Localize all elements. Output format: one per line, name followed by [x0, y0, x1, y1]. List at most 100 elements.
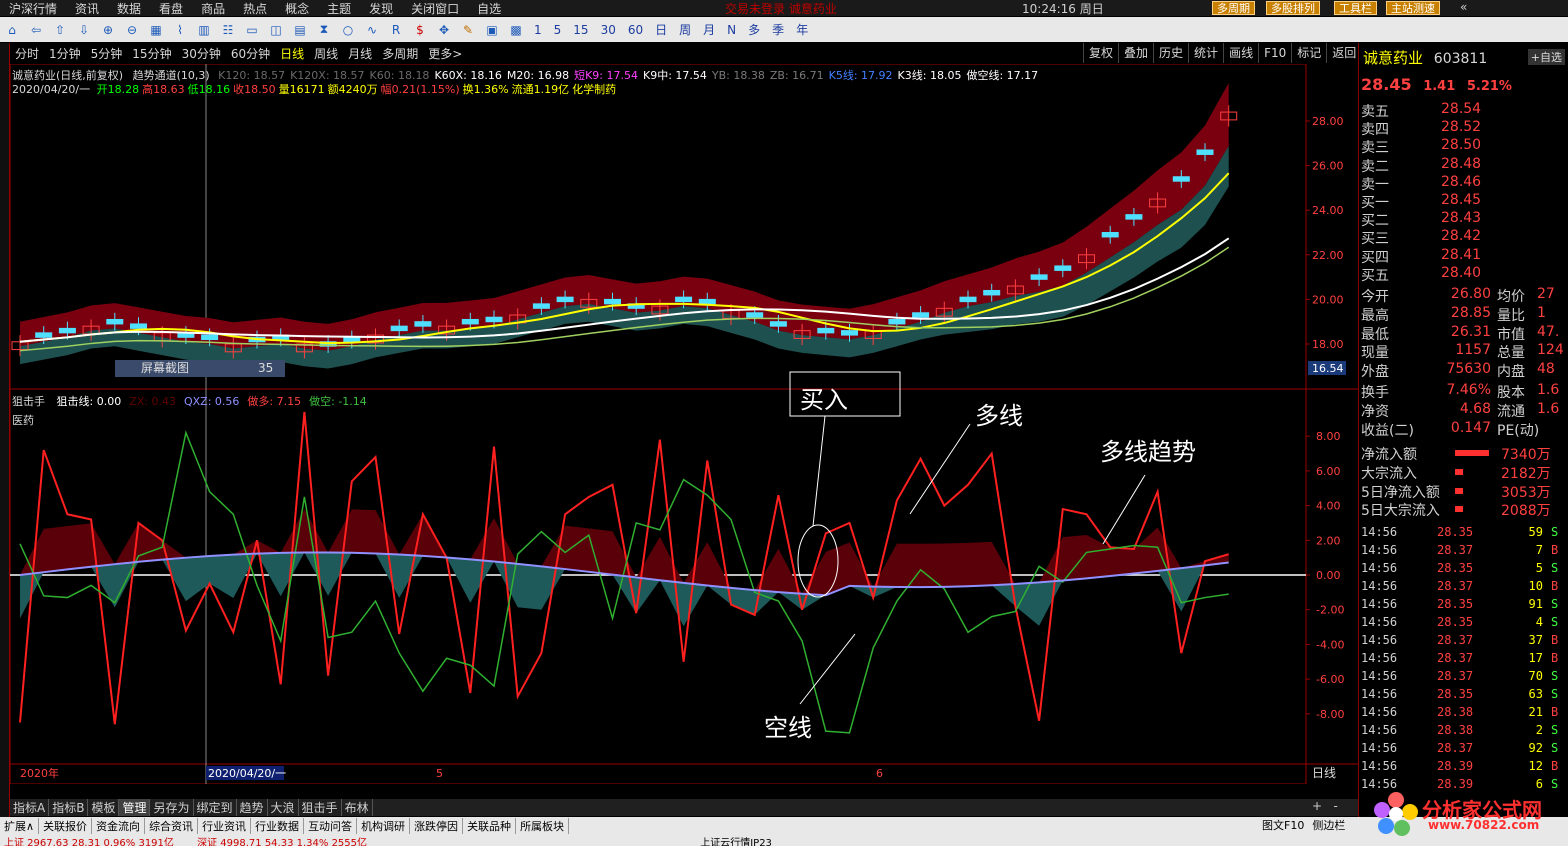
chart-button-2[interactable]: 历史 [1153, 43, 1188, 63]
period-tab-8[interactable]: 月线 [343, 45, 377, 62]
chart-button-6[interactable]: 标记 [1291, 43, 1326, 63]
period-tab-5[interactable]: 60分钟 [226, 45, 275, 62]
back-icon[interactable]: ⇦ [26, 20, 46, 40]
menu-item-6[interactable]: 概念 [276, 0, 318, 17]
indicator-tab-5[interactable]: 绑定到 [194, 799, 237, 816]
menu-item-2[interactable]: 数据 [108, 0, 150, 17]
up-icon[interactable]: ⇧ [50, 20, 70, 40]
chart-button-4[interactable]: 画线 [1223, 43, 1258, 63]
chart-button-7[interactable]: 返回 [1326, 43, 1361, 63]
chart-button-3[interactable]: 统计 [1188, 43, 1223, 63]
period-week[interactable]: 周 [673, 21, 697, 38]
toolbar-button[interactable]: 工具栏 [1334, 1, 1377, 15]
menu-item-1[interactable]: 资讯 [66, 0, 108, 17]
sidebar-button[interactable]: 侧边栏 [1308, 817, 1349, 833]
indicator-tab-0[interactable]: 指标A [10, 799, 50, 816]
period-15[interactable]: 15 [567, 23, 594, 37]
indicator-tab-6[interactable]: 趋势 [237, 799, 268, 816]
period-tab-10[interactable]: 更多> [423, 45, 467, 62]
menu-item-8[interactable]: 发现 [360, 0, 402, 17]
period-tab-6[interactable]: 日线 [275, 45, 309, 62]
table-icon[interactable]: ☷ [218, 20, 238, 40]
indicator-tab-2[interactable]: 模板 [88, 799, 120, 816]
screen-icon[interactable]: ▭ [242, 20, 262, 40]
indicator-tab-3[interactable]: 管理 [119, 799, 151, 816]
bottom-tab-0[interactable]: 扩展∧ [0, 817, 40, 834]
add-watchlist-button[interactable]: +自选 [1527, 49, 1565, 65]
period-day[interactable]: 日 [649, 21, 673, 38]
period-tab-3[interactable]: 15分钟 [127, 45, 176, 62]
order-book-price: 28.40 [1441, 264, 1482, 281]
period-month[interactable]: 月 [697, 21, 721, 38]
period-tab-7[interactable]: 周线 [309, 45, 343, 62]
rsi-icon[interactable]: R [386, 20, 406, 40]
menu-item-4[interactable]: 商品 [192, 0, 234, 17]
bottom-tab-3[interactable]: 综合资讯 [145, 817, 199, 834]
stats-icon[interactable]: ▤ [290, 20, 310, 40]
indicator-tab-9[interactable]: 布林 [342, 799, 373, 816]
bottom-tab-8[interactable]: 涨跌停因 [410, 817, 464, 834]
zoom-controls[interactable]: + - [1312, 799, 1338, 813]
period-tab-1[interactable]: 1分钟 [44, 45, 86, 62]
bottom-tab-5[interactable]: 行业数据 [251, 817, 305, 834]
candle-icon[interactable]: ▥ [194, 20, 214, 40]
move-icon[interactable]: ✥ [434, 20, 454, 40]
image-icon[interactable]: ▣ [482, 20, 502, 40]
grid-icon[interactable]: ▦ [146, 20, 166, 40]
menu-item-9[interactable]: 关闭窗口 [402, 0, 468, 17]
period-quarter[interactable]: 季 [766, 21, 790, 38]
pencil-icon[interactable]: ✎ [458, 20, 478, 40]
chart-icon[interactable]: ◫ [266, 20, 286, 40]
multi-period-button[interactable]: 多周期 [1212, 1, 1255, 15]
indicator-tab-1[interactable]: 指标B [49, 799, 89, 816]
menu-item-5[interactable]: 热点 [234, 0, 276, 17]
bottom-tab-10[interactable]: 所属板块 [516, 817, 570, 834]
circle-icon[interactable]: ○ [338, 20, 358, 40]
chart-button-1[interactable]: 叠加 [1118, 43, 1153, 63]
menu-item-3[interactable]: 看盘 [150, 0, 192, 17]
indicator-tab-8[interactable]: 狙击手 [299, 799, 342, 816]
menu-item-0[interactable]: 沪深行情 [0, 0, 66, 17]
bottom-tab-2[interactable]: 资金流向 [92, 817, 146, 834]
hourglass-icon[interactable]: ⧗ [314, 20, 334, 40]
sub-tick-label: -4.00 [1316, 638, 1344, 651]
collapse-icon[interactable]: « [1460, 0, 1480, 16]
bottom-tab-9[interactable]: 关联品种 [463, 817, 517, 834]
period-tab-9[interactable]: 多周期 [377, 45, 423, 62]
period-n[interactable]: N [721, 23, 742, 37]
photo-icon[interactable]: ▩ [506, 20, 526, 40]
wave-icon[interactable]: ∿ [362, 20, 382, 40]
dollar-icon[interactable]: $ [410, 20, 430, 40]
period-60[interactable]: 60 [622, 23, 649, 37]
home-icon[interactable]: ⌂ [2, 20, 22, 40]
speed-test-button[interactable]: 主站测速 [1386, 1, 1440, 15]
period-tab-4[interactable]: 30分钟 [177, 45, 226, 62]
zoom-out-icon[interactable]: ⊖ [122, 20, 142, 40]
f10-button[interactable]: 图文F10 [1258, 817, 1308, 833]
period-1[interactable]: 1 [528, 23, 548, 37]
period-tab-2[interactable]: 5分钟 [86, 45, 128, 62]
left-side-strip[interactable] [0, 43, 10, 820]
bottom-tab-1[interactable]: 关联报价 [39, 817, 93, 834]
menu-item-10[interactable]: 自选 [468, 0, 510, 17]
period-multi[interactable]: 多 [742, 21, 766, 38]
indicator-tab-7[interactable]: 大浪 [268, 799, 299, 816]
screenshot-overlay[interactable]: 屏幕截图 35 [115, 360, 285, 377]
bottom-tab-6[interactable]: 互动问答 [304, 817, 358, 834]
zoom-in-icon[interactable]: ⊕ [98, 20, 118, 40]
period-30[interactable]: 30 [595, 23, 622, 37]
down-icon[interactable]: ⇩ [74, 20, 94, 40]
tick-time: 14:56 [1361, 651, 1398, 665]
period-tab-0[interactable]: 分时 [10, 45, 44, 62]
indicator-tab-4[interactable]: 另存为 [150, 799, 194, 816]
multi-stock-button[interactable]: 多股排列 [1266, 1, 1320, 15]
line-chart-icon[interactable]: ⌇ [170, 20, 190, 40]
period-5[interactable]: 5 [548, 23, 568, 37]
kline-chart-area[interactable]: 28.00 26.00 24.00 22.00 20.00 18.00 16.54 8.00 6… [10, 64, 1358, 784]
menu-item-7[interactable]: 主题 [318, 0, 360, 17]
chart-button-0[interactable]: 复权 [1083, 43, 1118, 63]
chart-button-5[interactable]: F10 [1258, 43, 1291, 63]
period-year[interactable]: 年 [790, 21, 814, 38]
bottom-tab-4[interactable]: 行业资讯 [198, 817, 252, 834]
bottom-tab-7[interactable]: 机构调研 [357, 817, 411, 834]
